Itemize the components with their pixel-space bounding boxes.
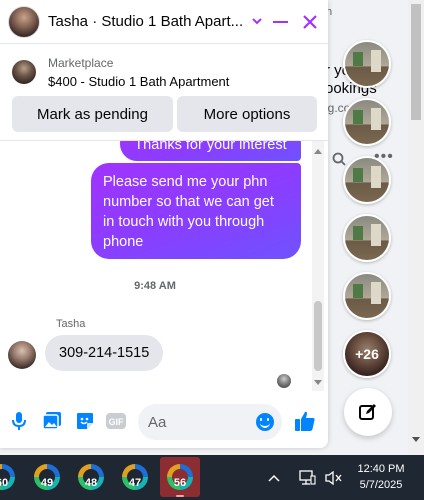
- more-options-button[interactable]: More options: [177, 96, 317, 132]
- taskbar-app[interactable]: 60: [0, 457, 22, 497]
- chat-window: Tasha · Studio 1 Bath Apart... Marketpla…: [0, 0, 328, 448]
- more-chats-head[interactable]: +26: [343, 330, 391, 378]
- taskbar-app-active[interactable]: 56: [160, 457, 200, 497]
- page-scrollbar[interactable]: [408, 0, 424, 455]
- search-icon[interactable]: [332, 152, 346, 166]
- clock-date: 5/7/2025: [359, 479, 403, 491]
- outgoing-message: Thanks for your interest: [120, 141, 301, 161]
- taskbar: 60 49 48 47 56 12:40 PM 5/7/2025: [0, 455, 424, 500]
- compose-icon: [359, 404, 376, 420]
- taskbar-app[interactable]: 48: [71, 457, 111, 497]
- svg-text:GIF: GIF: [109, 417, 125, 427]
- marketplace-banner: Marketplace $400 - Studio 1 Bath Apartme…: [0, 45, 328, 141]
- listing-thumbnail[interactable]: [12, 60, 36, 84]
- scroll-down-arrow-icon[interactable]: [314, 380, 322, 385]
- mark-as-pending-button[interactable]: Mark as pending: [12, 96, 173, 132]
- outgoing-message: Please send me your phn number so that w…: [91, 163, 301, 259]
- taskbar-app[interactable]: 47: [115, 457, 155, 497]
- avatar[interactable]: [8, 6, 40, 38]
- sender-name: Tasha: [56, 318, 86, 330]
- chat-title[interactable]: Tasha · Studio 1 Bath Apart...: [48, 13, 244, 30]
- network-icon[interactable]: [298, 455, 316, 500]
- volume-muted-icon[interactable]: [324, 455, 342, 500]
- message-scrollbar-thumb[interactable]: [314, 301, 322, 371]
- chat-head[interactable]: [343, 40, 391, 88]
- active-indicator: [176, 495, 184, 497]
- new-message-button[interactable]: [344, 388, 392, 436]
- incoming-message: 309-214-1515: [45, 335, 164, 371]
- chevron-down-icon[interactable]: [251, 16, 263, 26]
- chat-header: Tasha · Studio 1 Bath Apart...: [0, 0, 328, 44]
- close-icon[interactable]: [301, 13, 319, 31]
- clock-time: 12:40 PM: [357, 463, 405, 475]
- like-icon[interactable]: [294, 410, 316, 432]
- message-scrollbar[interactable]: [312, 141, 324, 391]
- message-list: Thanks for your interest Please send me …: [0, 141, 328, 391]
- read-receipt-avatar: [277, 374, 291, 388]
- system-clock[interactable]: 12:40 PM 5/7/2025: [350, 461, 412, 493]
- gif-icon[interactable]: GIF: [105, 410, 127, 432]
- chat-head[interactable]: [343, 272, 391, 320]
- chat-head[interactable]: [343, 214, 391, 262]
- show-hidden-icons-icon[interactable]: [268, 455, 280, 500]
- microphone-icon[interactable]: [8, 410, 30, 432]
- chat-head[interactable]: [343, 156, 391, 204]
- more-chats-count: +26: [345, 332, 389, 376]
- message-input[interactable]: [148, 412, 248, 432]
- marketplace-label: Marketplace: [48, 56, 114, 70]
- taskbar-app[interactable]: 49: [27, 457, 67, 497]
- composer: GIF: [0, 396, 328, 448]
- minimize-icon[interactable]: [273, 21, 288, 23]
- photo-icon[interactable]: [41, 410, 63, 432]
- emoji-icon[interactable]: [256, 413, 274, 431]
- sticker-icon[interactable]: [74, 410, 96, 432]
- chat-head[interactable]: [343, 98, 391, 146]
- message-input-wrapper: [138, 404, 282, 440]
- message-timestamp: 9:48 AM: [134, 280, 176, 292]
- avatar[interactable]: [8, 341, 36, 369]
- scroll-down-arrow-icon[interactable]: [412, 437, 420, 442]
- listing-title[interactable]: $400 - Studio 1 Bath Apartment: [48, 74, 229, 89]
- scroll-up-arrow-icon[interactable]: [314, 149, 322, 154]
- page-scrollbar-thumb[interactable]: [411, 4, 421, 120]
